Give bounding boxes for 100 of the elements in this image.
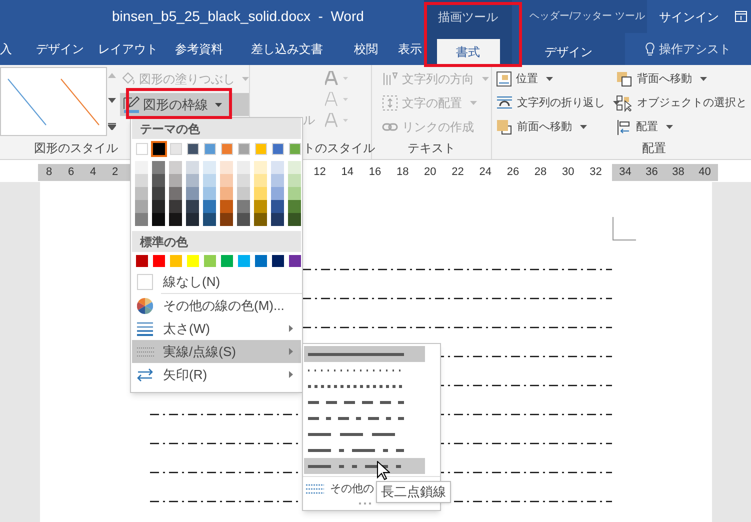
color-swatch[interactable] — [289, 255, 301, 267]
color-swatch[interactable] — [186, 200, 199, 213]
menu-item[interactable]: 矢印(R) — [132, 363, 301, 386]
color-swatch[interactable] — [221, 255, 233, 267]
color-swatch[interactable] — [203, 161, 216, 174]
color-swatch[interactable] — [254, 161, 267, 174]
color-swatch[interactable] — [221, 143, 233, 155]
color-swatch[interactable] — [288, 200, 301, 213]
ribbon-display-icon[interactable] — [735, 11, 747, 22]
color-swatch[interactable] — [135, 174, 148, 187]
color-swatch[interactable] — [152, 161, 165, 174]
color-swatch[interactable] — [220, 200, 233, 213]
color-swatch[interactable] — [169, 174, 182, 187]
arrange-command[interactable]: 文字列の折り返し — [496, 94, 616, 112]
resize-grip-icon[interactable] — [359, 502, 373, 505]
shape-outline-button[interactable]: 図形の枠線 — [120, 93, 249, 116]
color-swatch[interactable] — [203, 213, 216, 226]
arrange-command[interactable]: 背面へ移動 — [616, 70, 747, 88]
color-swatch[interactable] — [272, 143, 284, 155]
color-swatch[interactable] — [169, 187, 182, 200]
color-swatch[interactable] — [203, 200, 216, 213]
color-swatch[interactable] — [288, 187, 301, 200]
color-swatch[interactable] — [135, 161, 148, 174]
color-swatch[interactable] — [254, 200, 267, 213]
color-swatch[interactable] — [169, 200, 182, 213]
color-swatch[interactable] — [288, 213, 301, 226]
color-swatch[interactable] — [186, 213, 199, 226]
color-swatch[interactable] — [289, 143, 301, 155]
tell-me-field[interactable]: 操作アシスト — [645, 40, 731, 58]
color-swatch[interactable] — [204, 143, 216, 155]
ribbon-tab[interactable]: 校閲 — [354, 36, 378, 62]
color-swatch[interactable] — [220, 174, 233, 187]
ribbon-tab[interactable]: 参考資料 — [175, 36, 223, 62]
sign-in-link[interactable]: サインイン — [659, 8, 719, 26]
dash-style-option[interactable] — [304, 346, 425, 362]
color-swatch[interactable] — [136, 255, 148, 267]
color-swatch[interactable] — [220, 161, 233, 174]
color-swatch[interactable] — [152, 174, 165, 187]
color-swatch[interactable] — [238, 143, 250, 155]
color-swatch[interactable] — [135, 187, 148, 200]
color-swatch[interactable] — [186, 187, 199, 200]
color-swatch[interactable] — [254, 187, 267, 200]
ribbon-tab[interactable]: デザイン — [36, 36, 84, 62]
color-swatch[interactable] — [238, 255, 250, 267]
color-swatch[interactable] — [152, 213, 165, 226]
line-style-preview[interactable] — [60, 78, 100, 126]
color-swatch[interactable] — [237, 161, 250, 174]
color-swatch[interactable] — [169, 161, 182, 174]
color-swatch[interactable] — [152, 200, 165, 213]
color-swatch[interactable] — [255, 143, 267, 155]
color-swatch[interactable] — [187, 143, 199, 155]
text-outline-icon[interactable] — [325, 92, 349, 106]
scroll-down-icon[interactable] — [108, 98, 116, 103]
color-swatch[interactable] — [152, 187, 165, 200]
color-swatch[interactable] — [271, 174, 284, 187]
color-swatch[interactable] — [135, 213, 148, 226]
menu-item[interactable]: その他の線の色(M)... — [132, 294, 301, 317]
color-swatch[interactable] — [271, 200, 284, 213]
color-swatch[interactable] — [272, 255, 284, 267]
color-swatch[interactable] — [187, 255, 199, 267]
ribbon-tab[interactable]: 書式 — [436, 39, 500, 65]
arrange-command[interactable]: 位置 — [496, 70, 616, 88]
color-swatch[interactable] — [220, 187, 233, 200]
menu-item[interactable]: 線なし(N) — [132, 270, 301, 293]
color-swatch[interactable] — [220, 213, 233, 226]
ribbon-tab[interactable]: 入 — [0, 36, 12, 62]
ribbon-tab[interactable]: 表示 — [398, 36, 422, 62]
text-fill-icon[interactable] — [325, 71, 349, 85]
color-swatch[interactable] — [271, 213, 284, 226]
color-swatch[interactable] — [136, 143, 148, 155]
color-swatch[interactable] — [186, 174, 199, 187]
arrange-command[interactable]: 配置 — [616, 118, 747, 136]
color-swatch[interactable] — [153, 255, 165, 267]
color-swatch[interactable] — [288, 174, 301, 187]
menu-item[interactable]: 太さ(W) — [132, 317, 301, 340]
arrange-command[interactable]: オブジェクトの選択と — [616, 94, 747, 112]
color-swatch[interactable] — [169, 213, 182, 226]
color-swatch[interactable] — [153, 143, 165, 155]
color-swatch[interactable] — [255, 255, 267, 267]
color-swatch[interactable] — [186, 161, 199, 174]
color-swatch[interactable] — [237, 187, 250, 200]
color-swatch[interactable] — [237, 213, 250, 226]
color-swatch[interactable] — [135, 200, 148, 213]
color-swatch[interactable] — [254, 213, 267, 226]
ribbon-tab[interactable]: 差し込み文書 — [251, 36, 323, 62]
color-swatch[interactable] — [271, 161, 284, 174]
more-icon[interactable] — [108, 123, 116, 130]
color-swatch[interactable] — [170, 143, 182, 155]
color-swatch[interactable] — [271, 187, 284, 200]
text-effects-icon[interactable] — [325, 113, 349, 127]
arrange-command[interactable]: 前面へ移動 — [496, 118, 616, 136]
dash-style-option[interactable] — [304, 458, 425, 474]
color-swatch[interactable] — [237, 174, 250, 187]
menu-item[interactable]: 実線/点線(S) — [132, 340, 301, 363]
scroll-up-icon[interactable] — [108, 73, 116, 78]
line-style-preview[interactable] — [7, 78, 48, 126]
color-swatch[interactable] — [288, 161, 301, 174]
color-swatch[interactable] — [237, 200, 250, 213]
color-swatch[interactable] — [203, 174, 216, 187]
ribbon-tab[interactable]: レイアウト — [98, 36, 158, 62]
